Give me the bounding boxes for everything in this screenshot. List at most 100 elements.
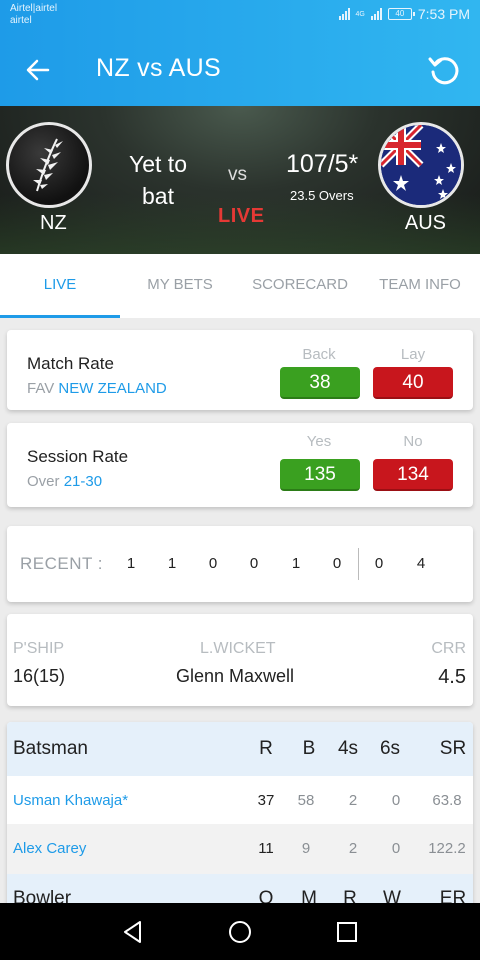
- match-back-button[interactable]: 38: [280, 367, 360, 399]
- square-recents-icon: [337, 922, 357, 942]
- fav-prefix: FAV: [27, 380, 55, 397]
- recent-ball: 1: [291, 555, 301, 572]
- match-rate-favourite: FAV NEW ZEALAND: [27, 380, 167, 397]
- recent-ball: 0: [332, 555, 342, 572]
- triangle-back-icon: [124, 921, 141, 943]
- last-wicket-label: L.WICKET: [200, 640, 276, 657]
- page-title: NZ vs AUS: [96, 54, 221, 82]
- pship-label: P'SHIP: [13, 640, 65, 657]
- partnership-card: P'SHIP 16(15) L.WICKET Glenn Maxwell CRR…: [7, 614, 473, 706]
- runs-header: R: [259, 738, 273, 759]
- batsman-name[interactable]: Alex Carey: [13, 840, 86, 857]
- tab-my-bets[interactable]: MY BETS: [120, 254, 240, 318]
- sr-header: SR: [439, 738, 467, 759]
- recent-ball: 0: [208, 555, 218, 572]
- batsman-header: Batsman: [13, 738, 88, 759]
- refresh-icon: [428, 57, 459, 85]
- batsman-balls: 58: [297, 792, 315, 809]
- lay-label: Lay: [400, 346, 426, 363]
- carrier-info: Airtel|airtel airtel: [10, 3, 57, 27]
- match-lay-button[interactable]: 40: [373, 367, 453, 399]
- batsman-runs: 37: [257, 792, 275, 809]
- batsman-fours: 2: [348, 840, 358, 857]
- crr-label: CRR: [431, 640, 466, 657]
- recent-ball: 1: [126, 555, 136, 572]
- batting-table: Batsman R B 4s 6s SR Usman Khawaja* 37 5…: [7, 722, 473, 912]
- home-team-status: Yet to bat: [129, 151, 187, 209]
- match-rate-card: Match Rate FAV NEW ZEALAND Back Lay 38 4…: [7, 330, 473, 410]
- batsman-runs: 11: [258, 840, 274, 857]
- nav-back-button[interactable]: [118, 917, 148, 947]
- active-tab-indicator: [0, 315, 120, 318]
- fours-header: 4s: [337, 738, 359, 759]
- nav-recents-button[interactable]: [332, 917, 362, 947]
- live-badge: LIVE: [218, 205, 265, 227]
- app-bar: NZ vs AUS: [0, 34, 480, 106]
- recent-ball: 0: [249, 555, 259, 572]
- battery-level: 40: [395, 9, 405, 18]
- carrier-line-2: airtel: [10, 15, 32, 26]
- batting-header-row: Batsman R B 4s 6s SR: [7, 722, 473, 776]
- batsman-name[interactable]: Usman Khawaja*: [13, 792, 128, 809]
- recent-ball: 0: [374, 555, 384, 572]
- versus-label: vs: [228, 164, 247, 185]
- refresh-button[interactable]: [424, 50, 464, 90]
- balls-header: B: [302, 738, 316, 759]
- tab-live[interactable]: LIVE: [0, 254, 120, 318]
- session-rate-card: Session Rate Over 21-30 Yes No 135 134: [7, 423, 473, 507]
- batsman-sixes: 0: [391, 792, 401, 809]
- recent-ball: 4: [416, 555, 426, 572]
- table-row[interactable]: Alex Carey 11 9 2 0 122.2: [7, 824, 473, 874]
- arrow-left-icon: [26, 59, 50, 81]
- aus-flag: [378, 122, 464, 208]
- over-range: 21-30: [63, 473, 103, 490]
- status-icons: 4G 40 7:53 PM: [338, 6, 470, 22]
- session-rate-title: Session Rate: [27, 447, 129, 466]
- match-rate-title: Match Rate: [27, 354, 114, 373]
- home-team-code: NZ: [40, 212, 67, 234]
- batsman-sixes: 0: [391, 840, 401, 857]
- tab-team-info[interactable]: TEAM INFO: [360, 254, 480, 318]
- last-wicket-value: Glenn Maxwell: [176, 666, 295, 686]
- yes-label: Yes: [306, 433, 332, 450]
- network-type: 4G: [355, 10, 365, 18]
- match-header: NZ Yet to bat vs LIVE 107/5* 23.5 Overs …: [0, 106, 480, 254]
- batsman-balls: 9: [301, 840, 311, 857]
- fern-icon: [33, 138, 63, 192]
- recent-label: RECENT :: [20, 554, 104, 573]
- over-divider: [358, 548, 359, 580]
- batsman-sr: 122.2: [428, 840, 466, 857]
- table-row[interactable]: Usman Khawaja* 37 58 2 0 63.8: [7, 776, 473, 824]
- recent-balls-card: RECENT : 1 1 0 0 1 0 0 4: [7, 526, 473, 602]
- away-team-code: AUS: [404, 212, 446, 234]
- system-nav-bar: [0, 903, 480, 960]
- session-no-button[interactable]: 134: [373, 459, 453, 491]
- circle-home-icon: [229, 921, 251, 943]
- pship-value: 16(15): [13, 666, 66, 686]
- signal-icon-2: [370, 8, 382, 20]
- batsman-sr: 63.8: [432, 792, 462, 809]
- carrier-line-1: Airtel|airtel: [10, 3, 58, 14]
- back-button[interactable]: [20, 52, 56, 88]
- signal-icon: [338, 8, 350, 20]
- nz-fern-logo: [6, 122, 92, 208]
- sixes-header: 6s: [379, 738, 401, 759]
- no-label: No: [403, 433, 423, 450]
- status-bar: Airtel|airtel airtel 4G 40 7:53 PM: [0, 0, 480, 34]
- tab-scorecard[interactable]: SCORECARD: [240, 254, 360, 318]
- back-label: Back: [302, 346, 336, 363]
- australia-flag-icon: [381, 125, 461, 205]
- away-team-overs: 23.5 Overs: [290, 188, 354, 203]
- tab-bar: LIVE MY BETS SCORECARD TEAM INFO: [0, 254, 480, 318]
- session-rate-over: Over 21-30: [27, 473, 102, 490]
- clock: 7:53 PM: [417, 6, 470, 22]
- over-prefix: Over: [27, 473, 60, 490]
- recent-ball: 1: [167, 555, 177, 572]
- crr-value: 4.5: [438, 666, 466, 688]
- nav-home-button[interactable]: [225, 917, 255, 947]
- fav-team: NEW ZEALAND: [58, 380, 167, 397]
- battery-icon: 40: [387, 8, 415, 20]
- batsman-fours: 2: [348, 792, 358, 809]
- away-team-score: 107/5*: [286, 150, 359, 178]
- session-yes-button[interactable]: 135: [280, 459, 360, 491]
